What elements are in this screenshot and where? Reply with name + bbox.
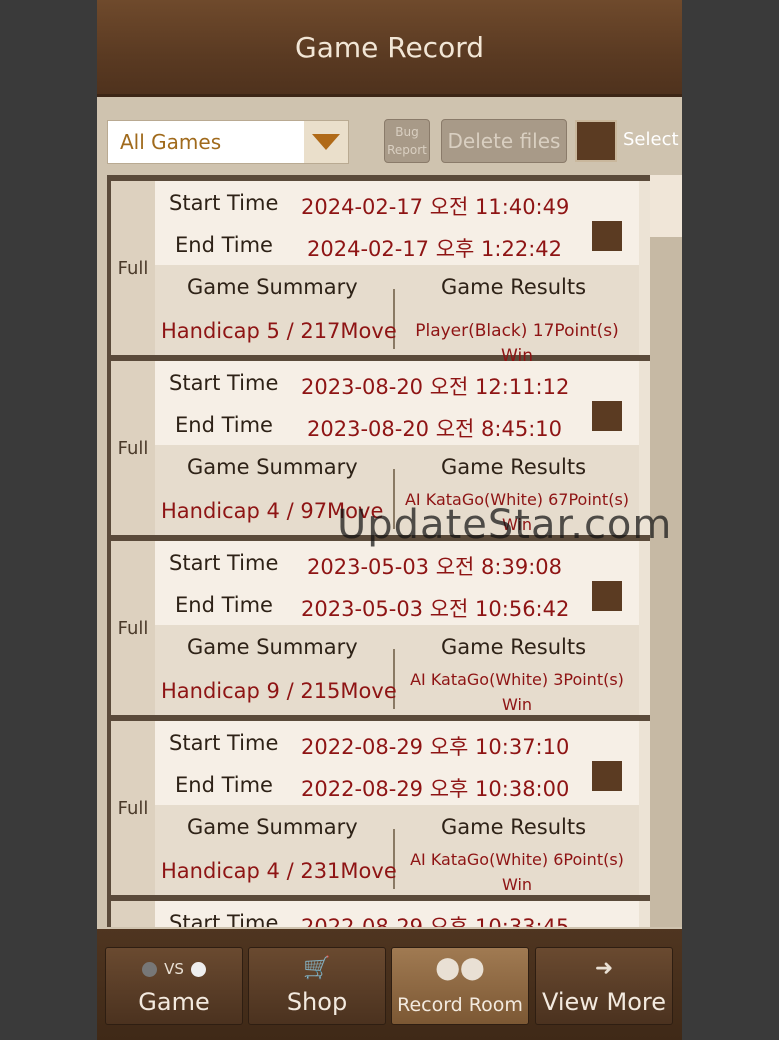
end-time-label: End Time [175, 233, 273, 257]
game-summary-heading: Game Summary [187, 455, 358, 479]
header: Game Record [97, 0, 682, 97]
game-results-value: AI KataGo(White) 6Point(s) Win [410, 850, 624, 894]
delete-files-button[interactable]: Delete files [441, 119, 567, 163]
record-times: Start Time 2022-08-29 오후 10:37:10 End Ti… [155, 721, 639, 805]
end-time-value: 2024-02-17 오후 1:22:42 [307, 237, 562, 261]
end-time-label: End Time [175, 773, 273, 797]
game-results-heading: Game Results [441, 455, 587, 479]
start-time-value: 2022-08-29 오후 10:33:45 [301, 915, 570, 927]
end-time-value: 2022-08-29 오후 10:38:00 [301, 777, 570, 801]
start-time-value: 2022-08-29 오후 10:37:10 [301, 735, 570, 759]
select-label: Select [623, 129, 679, 150]
game-summary-heading: Game Summary [187, 815, 358, 839]
start-time-value: 2023-08-20 오전 12:11:12 [301, 375, 570, 399]
record-type: Full [111, 181, 155, 355]
stones-icon: ⬤⬤ [435, 956, 485, 981]
toolbar: All Games Bug Report Delete files Select [97, 97, 682, 177]
record-item[interactable]: Full Start Time 2024-02-17 오전 11:40:49 E… [111, 181, 653, 366]
cart-icon: 🛒 [303, 956, 331, 981]
game-summary-value: Handicap 4 / 231Move [161, 859, 397, 883]
page-title: Game Record [295, 30, 484, 64]
game-summary-heading: Game Summary [187, 275, 358, 299]
record-times: Start Time 2022-08-29 오후 10:33:45 [155, 901, 639, 927]
record-item[interactable]: Start Time 2022-08-29 오후 10:33:45 [111, 901, 653, 927]
record-select-checkbox[interactable] [592, 221, 622, 251]
nav-view-more-label: View More [541, 988, 667, 1016]
record-select-checkbox[interactable] [592, 401, 622, 431]
record-body: Start Time 2022-08-29 오후 10:37:10 End Ti… [155, 721, 639, 895]
nav-game-button[interactable]: VS Game [105, 947, 243, 1025]
nav-shop-label: Shop [286, 988, 348, 1016]
start-time-value: 2024-02-17 오전 11:40:49 [301, 195, 570, 219]
scrollbar[interactable] [650, 175, 682, 927]
watermark: UpdateStar.com [337, 502, 673, 548]
record-select-checkbox[interactable] [592, 761, 622, 791]
game-results-value: AI KataGo(White) 3Point(s) Win [410, 670, 624, 714]
arrow-right-icon: ➜ [594, 956, 614, 981]
bottom-nav: VS Game 🛒 Shop ⬤⬤ Record Room ➜ View Mor… [97, 929, 682, 1040]
record-times: Start Time 2024-02-17 오전 11:40:49 End Ti… [155, 181, 639, 265]
record-times: Start Time 2023-08-20 오전 12:11:12 End Ti… [155, 361, 639, 445]
start-time-label: Start Time [169, 371, 279, 395]
record-type: Full [111, 721, 155, 895]
chevron-down-icon [312, 134, 340, 150]
nav-shop-button[interactable]: 🛒 Shop [248, 947, 386, 1025]
record-body: Start Time 2024-02-17 오전 11:40:49 End Ti… [155, 181, 639, 366]
nav-record-room-label: Record Room [397, 994, 523, 1016]
start-time-label: Start Time [169, 551, 279, 575]
game-results-heading: Game Results [441, 815, 587, 839]
game-summary-value: Handicap 5 / 217Move [161, 319, 397, 343]
record-type-cell [111, 901, 155, 927]
record-item[interactable]: Full Start Time 2023-05-03 오전 8:39:08 En… [111, 541, 653, 715]
game-results-heading: Game Results [441, 275, 587, 299]
game-filter-value: All Games [120, 130, 222, 154]
black-vs-white-stones-icon: VS [106, 956, 242, 981]
record-select-checkbox[interactable] [592, 581, 622, 611]
nav-game-label: Game [138, 988, 210, 1016]
game-summary-value: Handicap 9 / 215Move [161, 679, 397, 703]
game-filter-dropdown[interactable]: All Games [107, 120, 349, 164]
record-type: Full [111, 361, 155, 535]
end-time-value: 2023-05-03 오전 10:56:42 [301, 597, 570, 621]
record-times: Start Time 2023-05-03 오전 8:39:08 End Tim… [155, 541, 639, 625]
game-summary-heading: Game Summary [187, 635, 358, 659]
start-time-value: 2023-05-03 오전 8:39:08 [307, 555, 562, 579]
record-body: Start Time 2023-05-03 오전 8:39:08 End Tim… [155, 541, 639, 715]
end-time-value: 2023-08-20 오전 8:45:10 [307, 417, 562, 441]
nav-record-room-button[interactable]: ⬤⬤ Record Room [391, 947, 529, 1025]
start-time-label: Start Time [169, 731, 279, 755]
record-type: Full [111, 541, 155, 715]
end-time-label: End Time [175, 413, 273, 437]
start-time-label: Start Time [169, 191, 279, 215]
game-results-heading: Game Results [441, 635, 587, 659]
record-item[interactable]: Full Start Time 2022-08-29 오후 10:37:10 E… [111, 721, 653, 895]
scroll-thumb[interactable] [650, 175, 682, 237]
record-body: Start Time 2022-08-29 오후 10:33:45 [155, 901, 639, 927]
dropdown-arrow[interactable] [304, 121, 348, 163]
start-time-label: Start Time [169, 911, 279, 927]
game-record-app: Game Record All Games Bug Report Delete … [97, 0, 682, 1040]
end-time-label: End Time [175, 593, 273, 617]
select-all-checkbox[interactable] [575, 120, 617, 162]
bug-report-button[interactable]: Bug Report [384, 119, 430, 163]
record-list[interactable]: Full Start Time 2024-02-17 오전 11:40:49 E… [107, 175, 653, 927]
nav-view-more-button[interactable]: ➜ View More [535, 947, 673, 1025]
